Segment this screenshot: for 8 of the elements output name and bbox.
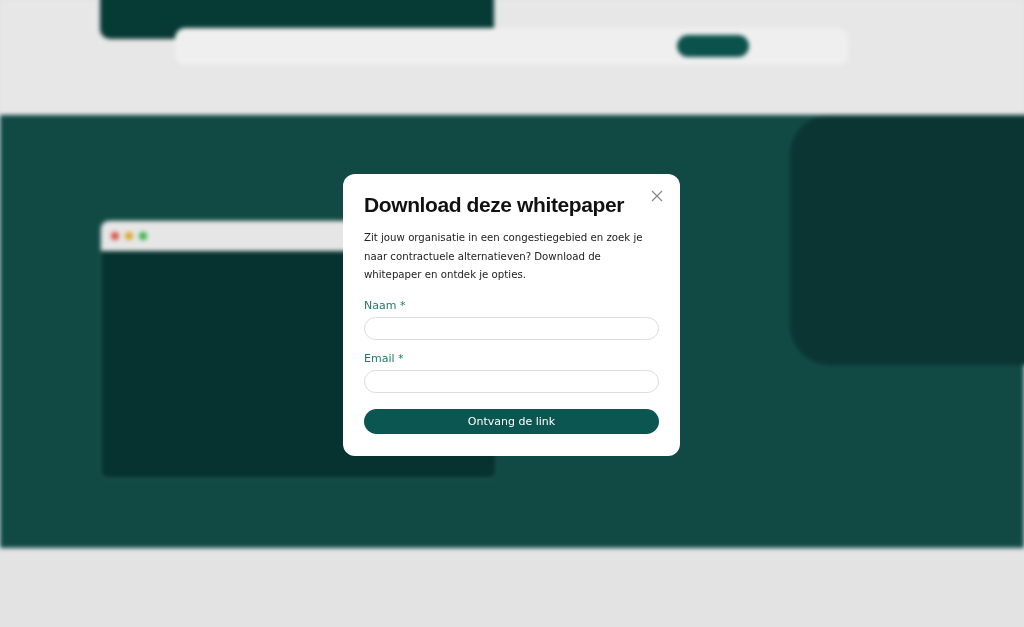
submit-button[interactable]: Ontvang de link	[364, 408, 659, 434]
close-icon[interactable]	[651, 190, 663, 202]
input-field[interactable]	[364, 316, 659, 340]
input-field[interactable]	[364, 369, 659, 393]
dialog-text: Zit jouw organisatie in een congestiegebied en zoek je naar contractuele alternatieven? Download de whitepaper en ontdek je opties.	[364, 231, 644, 282]
dialog-title: Download deze whitepaper	[364, 192, 624, 218]
field-label: Naam *	[364, 298, 407, 312]
field-label: Email *	[364, 351, 405, 365]
